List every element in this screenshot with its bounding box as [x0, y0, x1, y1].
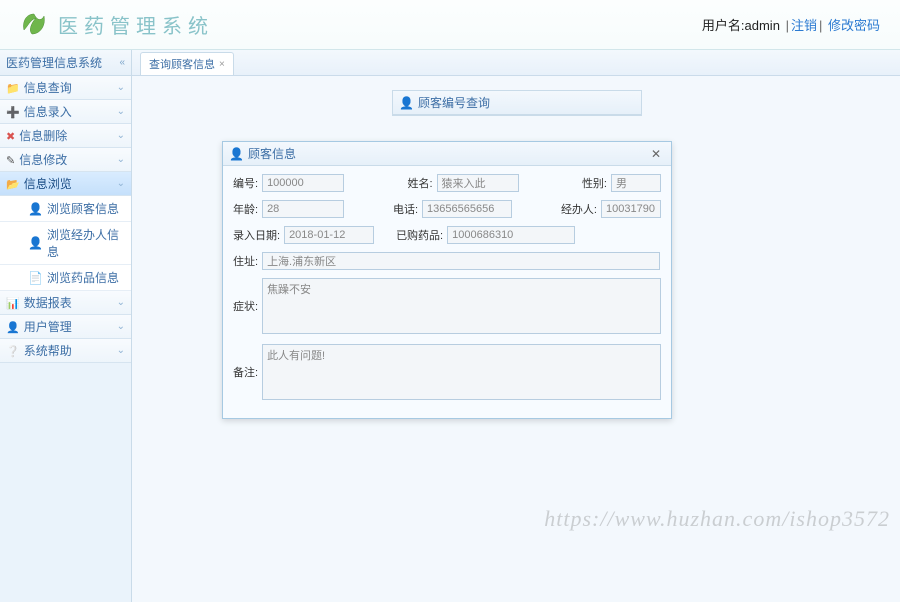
- label-drug: 已购药品:: [396, 227, 443, 243]
- sidebar-item-4[interactable]: 📂 信息浏览 ⌄: [0, 172, 131, 196]
- label-remark: 备注:: [233, 364, 258, 380]
- label-age: 年龄:: [233, 201, 258, 217]
- menu-icon: ✖: [6, 131, 15, 143]
- drug-field[interactable]: [447, 226, 575, 244]
- label-name: 姓名:: [407, 175, 432, 191]
- sub-label: 浏览顾客信息: [47, 200, 119, 217]
- tab-close-icon[interactable]: ×: [219, 59, 225, 70]
- sub-icon: 👤: [28, 202, 43, 216]
- menu-icon: ✎: [6, 155, 15, 167]
- dialog-body: 编号: 姓名: 性别: 年龄: 电话: 经办人: 录入日期: 已购药品:: [223, 166, 671, 418]
- chevron-down-icon: ⌄: [117, 82, 125, 93]
- sidebar: 医药管理信息系统 « 📁 信息查询 ⌄ ➕ 信息录入 ⌄ ✖ 信息删除 ⌄ ✎ 信息修改 ⌄ 📂 信息浏览…: [0, 50, 132, 602]
- addr-field[interactable]: [262, 252, 660, 270]
- sidebar-item-label: 信息修改: [19, 153, 67, 167]
- chevron-down-icon: ⌄: [117, 297, 125, 308]
- age-field[interactable]: [262, 200, 344, 218]
- gender-field[interactable]: [611, 174, 661, 192]
- sub-icon: 📄: [28, 271, 43, 285]
- sidebar-item-label: 数据报表: [24, 296, 72, 310]
- chevron-down-icon: ⌄: [117, 178, 125, 189]
- sidebar-item-label: 系统帮助: [24, 344, 72, 358]
- sidebar-item-label: 信息查询: [24, 81, 72, 95]
- name-field[interactable]: [437, 174, 519, 192]
- customer-dialog: 👤 顾客信息 ✕ 编号: 姓名: 性别: 年龄: 电话: 经办人: 录入日期:: [222, 141, 672, 419]
- user-icon: 👤: [229, 147, 244, 161]
- sidebar-item-6[interactable]: 👤 用户管理 ⌄: [0, 315, 131, 339]
- label-symptom: 症状:: [233, 298, 258, 314]
- tabstrip: 查询顾客信息 ×: [132, 50, 900, 76]
- chevron-down-icon: ⌄: [117, 321, 125, 332]
- menu-icon: 📊: [6, 298, 20, 310]
- leaf-icon: [20, 12, 50, 38]
- menu-icon: ❔: [6, 346, 20, 358]
- tab-label: 查询顾客信息: [149, 56, 215, 72]
- id-field[interactable]: [262, 174, 344, 192]
- sidebar-item-2[interactable]: ✖ 信息删除 ⌄: [0, 124, 131, 148]
- symptom-field[interactable]: [262, 278, 661, 334]
- label-addr: 住址:: [233, 253, 258, 269]
- chevron-left-icon: «: [119, 57, 125, 68]
- sub-label: 浏览经办人信息: [47, 226, 125, 260]
- user-area: 用户名:admin |注销| 修改密码: [702, 15, 880, 34]
- sidebar-item-3[interactable]: ✎ 信息修改 ⌄: [0, 148, 131, 172]
- label-gender: 性别:: [582, 175, 607, 191]
- search-panel-head: 👤 顾客编号查询: [393, 91, 641, 115]
- sidebar-item-7[interactable]: ❔ 系统帮助 ⌄: [0, 339, 131, 363]
- search-panel-title: 顾客编号查询: [418, 94, 490, 111]
- chevron-down-icon: ⌄: [117, 130, 125, 141]
- menu-icon: ➕: [6, 107, 20, 119]
- dialog-title: 顾客信息: [248, 145, 296, 162]
- sidebar-root-label: 医药管理信息系统: [6, 54, 102, 71]
- agent-field[interactable]: [601, 200, 661, 218]
- sub-icon: 👤: [28, 236, 43, 250]
- sidebar-item-1[interactable]: ➕ 信息录入 ⌄: [0, 100, 131, 124]
- menu-icon: 📁: [6, 83, 20, 95]
- logo: 医药管理系统: [20, 10, 214, 39]
- header: 医药管理系统 用户名:admin |注销| 修改密码: [0, 0, 900, 50]
- chevron-down-icon: ⌄: [117, 345, 125, 356]
- sidebar-subitem-1[interactable]: 👤 浏览经办人信息: [0, 222, 131, 265]
- sidebar-item-0[interactable]: 📁 信息查询 ⌄: [0, 76, 131, 100]
- menu-icon: 📂: [6, 179, 20, 191]
- sidebar-item-label: 信息浏览: [24, 177, 72, 191]
- user-icon: 👤: [399, 96, 414, 110]
- sidebar-subitem-2[interactable]: 📄 浏览药品信息: [0, 265, 131, 291]
- logout-link[interactable]: 注销: [791, 18, 817, 33]
- chevron-down-icon: ⌄: [117, 154, 125, 165]
- sidebar-item-5[interactable]: 📊 数据报表 ⌄: [0, 291, 131, 315]
- close-icon[interactable]: ✕: [647, 147, 665, 161]
- label-phone: 电话:: [393, 201, 418, 217]
- label-agent: 经办人:: [561, 201, 597, 217]
- remark-field[interactable]: [262, 344, 661, 400]
- sidebar-item-label: 信息录入: [24, 105, 72, 119]
- user-label: 用户名:: [702, 18, 745, 33]
- chevron-down-icon: ⌄: [117, 106, 125, 117]
- date-field[interactable]: [284, 226, 374, 244]
- sidebar-item-label: 用户管理: [24, 320, 72, 334]
- changepw-link[interactable]: 修改密码: [828, 18, 880, 33]
- sidebar-subitem-0[interactable]: 👤 浏览顾客信息: [0, 196, 131, 222]
- search-panel: 👤 顾客编号查询: [392, 90, 642, 116]
- sidebar-item-label: 信息删除: [19, 129, 67, 143]
- sidebar-root[interactable]: 医药管理信息系统 «: [0, 50, 131, 76]
- phone-field[interactable]: [422, 200, 512, 218]
- label-id: 编号:: [233, 175, 258, 191]
- tab-customer-query[interactable]: 查询顾客信息 ×: [140, 52, 234, 75]
- menu-icon: 👤: [6, 322, 20, 334]
- user-name: admin: [745, 18, 780, 33]
- dialog-header[interactable]: 👤 顾客信息 ✕: [223, 142, 671, 166]
- sub-label: 浏览药品信息: [47, 269, 119, 286]
- app-title: 医药管理系统: [58, 10, 214, 39]
- label-date: 录入日期:: [233, 227, 280, 243]
